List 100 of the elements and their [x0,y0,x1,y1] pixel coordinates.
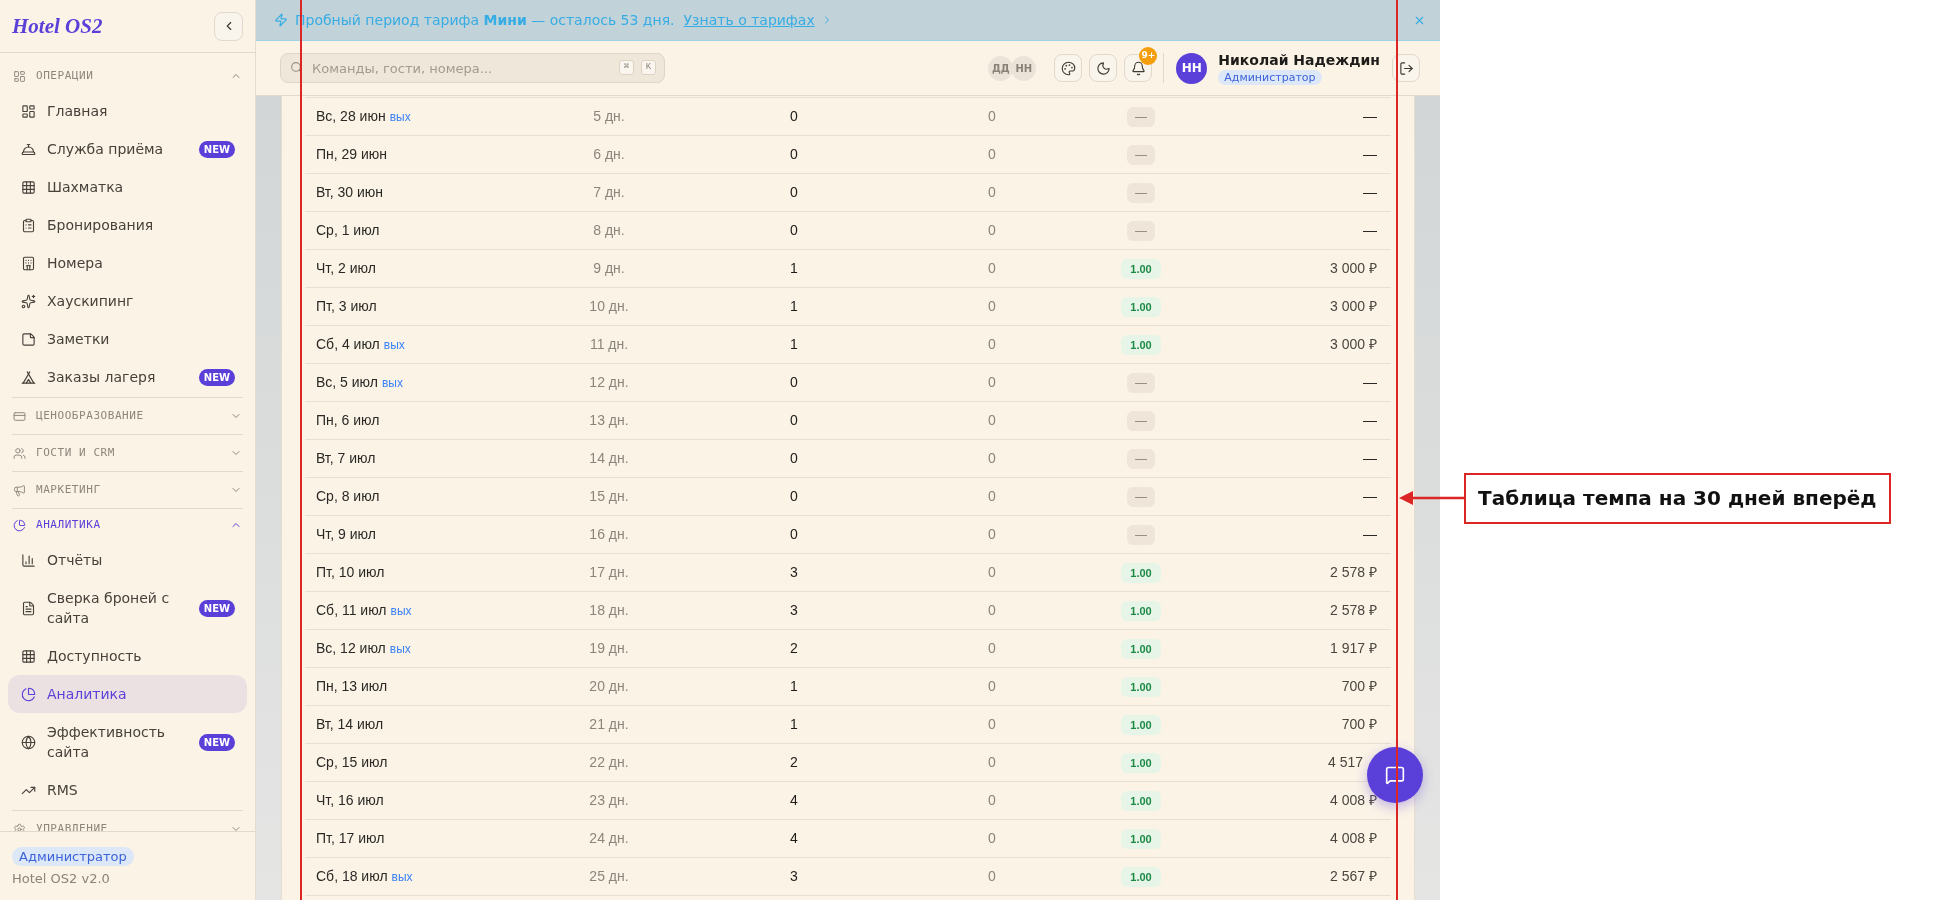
count-value: 0 [988,753,996,772]
amount-value: 3 000 ₽ [1330,259,1377,278]
count-value: 0 [988,107,996,126]
count-value: 0 [790,221,798,240]
empty-badge: — [1127,220,1155,241]
days-ahead-label: 8 дн. [593,221,625,240]
count-value: 0 [790,107,798,126]
megaphone-icon [13,483,26,497]
amount-value: — [1363,525,1377,544]
days-ahead-label: 23 дн. [589,791,629,810]
service-bell-icon [21,141,36,157]
count-value: 0 [790,183,798,202]
nav-item[interactable]: Шахматка [8,168,247,206]
shortcut-key: K [641,60,656,75]
palette-icon [1060,60,1076,76]
notification-badge: 9+ [1139,47,1158,65]
count-value: 0 [988,259,996,278]
amount-value: 1 917 ₽ [1330,639,1377,658]
nav-item[interactable]: Доступность [8,637,247,675]
count-value: 0 [988,411,996,430]
sparkles-icon [21,293,36,309]
count-value: 4 [790,829,798,848]
palette-button[interactable] [1054,54,1083,82]
amount-value: 2 578 ₽ [1330,601,1377,620]
amount-value: 2 567 ₽ [1330,867,1377,886]
new-badge: NEW [198,368,235,386]
search-icon [290,61,303,74]
logout-icon [1398,60,1414,76]
weekend-label: вых [389,109,411,126]
date-label: Вт, 30 июн [316,183,384,202]
nav-item[interactable]: Хаускипинг [8,282,247,320]
empty-badge: — [1127,410,1155,431]
users-icon [13,446,26,460]
count-value: 3 [790,867,798,886]
nav-item[interactable]: Эффективность сайта NEW [8,713,247,771]
dashboard-icon [21,103,36,119]
empty-badge: — [1127,524,1155,545]
count-value: 0 [988,183,996,202]
weekend-label: вых [383,337,405,354]
count-value: 0 [988,601,996,620]
callout-arrow [1399,491,1464,505]
dark-mode-button[interactable] [1089,54,1118,82]
chat-icon [1385,765,1405,785]
days-ahead-label: 19 дн. [589,639,629,658]
user-name: Николай Надеждин [1218,51,1380,69]
empty-badge: — [1127,144,1155,165]
count-value: 0 [988,639,996,658]
empty-badge: — [1127,106,1155,127]
nav-item[interactable]: Главная [8,92,247,130]
dashboard-icon [13,69,26,83]
user-avatar: НН [1176,52,1208,84]
count-value: 0 [988,829,996,848]
days-ahead-label: 24 дн. [589,829,629,848]
count-value: 0 [988,867,996,886]
document-icon [21,600,36,616]
count-value: 0 [988,297,996,316]
date-label: Сб, 18 июл [316,867,388,886]
value-badge: 1.00 [1121,258,1161,279]
nav-item[interactable]: Номера [8,244,247,282]
count-value: 3 [790,601,798,620]
count-value: 0 [790,373,798,392]
new-badge: NEW [198,733,235,751]
note-icon [21,331,36,347]
count-value: 0 [988,525,996,544]
value-badge: 1.00 [1121,562,1161,583]
count-value: 1 [790,259,798,278]
date-label: Чт, 2 июл [316,259,376,278]
nav-item[interactable]: Служба приёма NEW [8,130,247,168]
amount-value: 3 000 ₽ [1330,297,1377,316]
days-ahead-label: 18 дн. [589,601,629,620]
amount-value: 4 517 [1327,753,1363,772]
count-value: 0 [988,677,996,696]
weekend-label: вых [391,869,413,886]
count-value: 2 [790,753,798,772]
amount-value: 700 ₽ [1341,677,1377,696]
date-label: Ср, 15 июл [316,753,388,772]
date-label: Ср, 8 июл [316,487,380,506]
count-value: 0 [988,373,996,392]
count-value: 0 [988,715,996,734]
nav-item[interactable]: Бронирования [8,206,247,244]
count-value: 1 [790,677,798,696]
nav-item[interactable]: Сверка броней с сайта NEW [8,579,247,637]
days-ahead-label: 17 дн. [589,563,629,582]
logout-button[interactable] [1392,54,1420,82]
count-value: 0 [790,411,798,430]
tent-icon [21,369,36,385]
days-ahead-label: 5 дн. [593,107,625,126]
count-value: 1 [790,715,798,734]
app-logo: Hotel OS2 [12,14,103,38]
nav-item[interactable]: Аналитика [8,675,247,713]
nav-item[interactable]: Заметки [8,320,247,358]
nav-section-toggle[interactable]: АНАЛИТИКА [12,509,243,541]
callout-label: Таблица темпа на 30 дней вперёд [1464,473,1891,524]
nav-item[interactable]: Заказы лагеря NEW [8,358,247,396]
value-badge: 1.00 [1121,752,1161,773]
building-icon [21,255,36,271]
nav-item[interactable]: Отчёты [8,541,247,579]
weekend-label: вых [389,641,411,658]
nav-item[interactable]: RMS [8,771,247,809]
count-value: 0 [988,335,996,354]
